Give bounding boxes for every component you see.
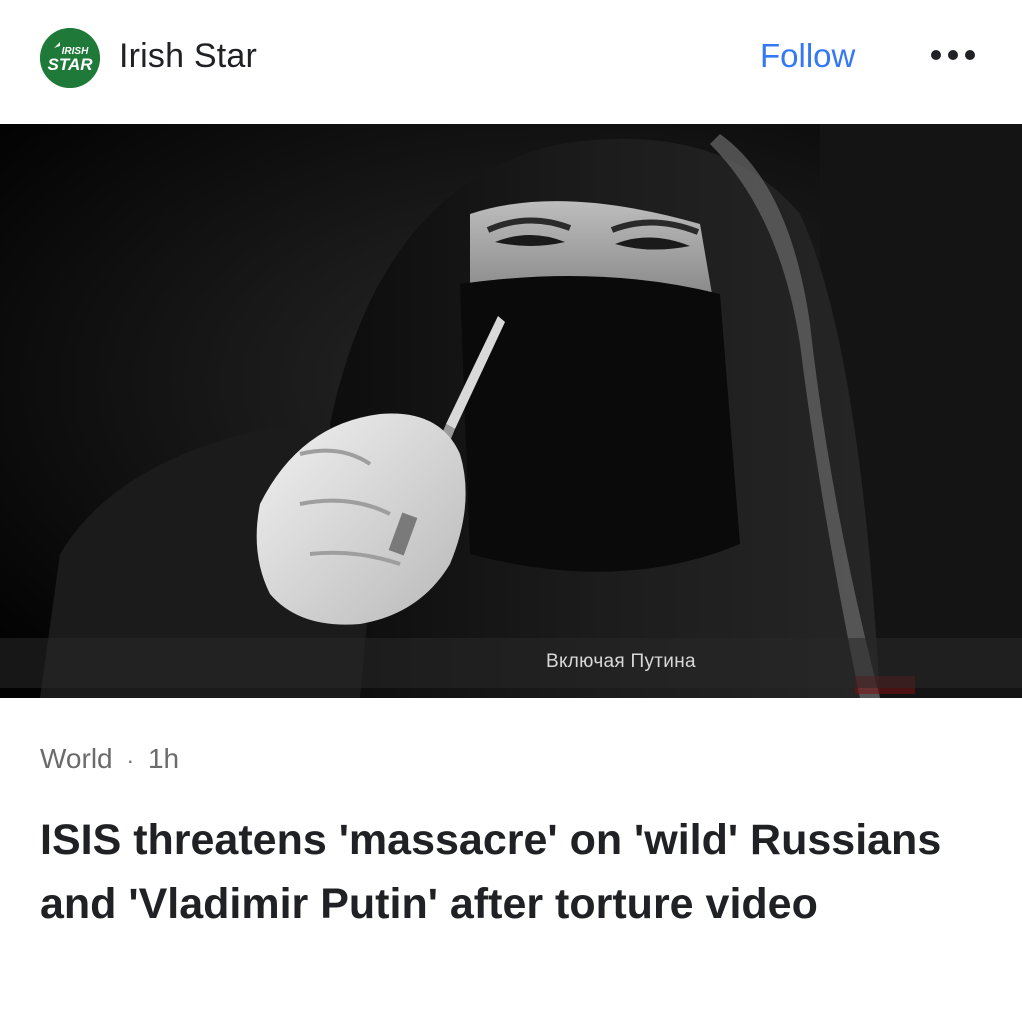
video-caption-text: Включая Путина <box>546 651 696 672</box>
logo-text-bottom: STAR <box>47 55 93 74</box>
article-category[interactable]: World <box>40 743 113 774</box>
publisher-logo[interactable]: IRISH STAR <box>40 28 100 88</box>
meta-separator: · <box>126 747 134 773</box>
article-meta: World · 1h <box>40 742 179 778</box>
masked-figure-photo <box>0 124 1022 698</box>
article-hero-image[interactable]: Включая Путина <box>0 124 1022 698</box>
more-horizontal-icon <box>931 50 975 60</box>
follow-button[interactable]: Follow <box>760 36 855 76</box>
article-headline[interactable]: ISIS threatens 'massacre' on 'wild' Russ… <box>40 808 990 936</box>
video-caption-bar <box>0 638 1022 688</box>
more-options-button[interactable] <box>928 40 978 70</box>
article-age: 1h <box>147 743 180 774</box>
article-header: IRISH STAR Irish Star Follow <box>0 0 1022 124</box>
irish-star-logo-icon: IRISH STAR <box>40 28 100 88</box>
publisher-name[interactable]: Irish Star <box>119 36 257 76</box>
